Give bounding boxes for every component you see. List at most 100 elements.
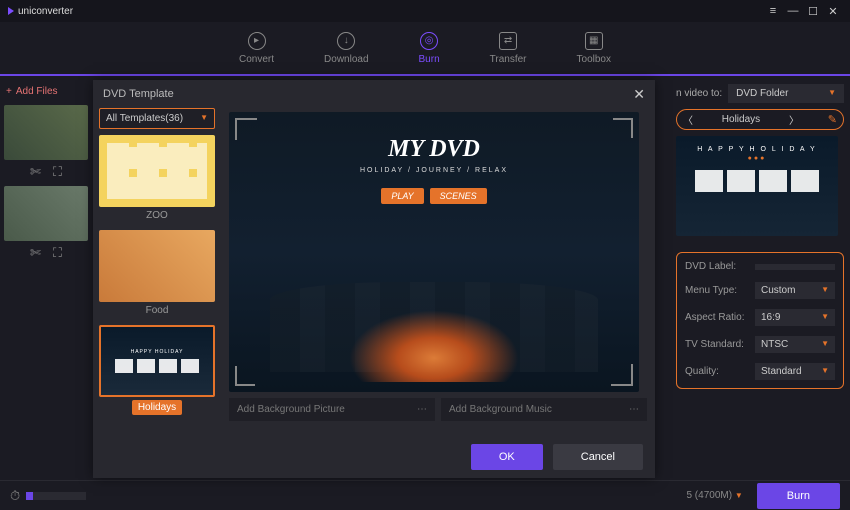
chevron-down-icon: ▼	[821, 312, 829, 323]
preview-subtitle: HOLIDAY / JOURNEY / RELAX	[360, 167, 508, 174]
nav-download[interactable]: ↓ Download	[324, 32, 368, 65]
preview-scenes-button[interactable]: SCENES	[430, 188, 487, 204]
chevron-down-icon: ▼	[200, 113, 208, 124]
frame	[759, 170, 787, 192]
template-preview: H A P P Y H O L I D A Y ●●●	[676, 136, 838, 236]
dvd-label-input[interactable]	[755, 264, 835, 270]
setting-row: Quality: Standard▼	[685, 363, 835, 380]
toolbox-icon: ▦	[585, 32, 603, 50]
progress-bar	[26, 492, 86, 500]
tv-standard-select[interactable]: NTSC▼	[755, 336, 835, 353]
nav-label: Transfer	[490, 54, 527, 65]
more-icon: ⋯	[417, 404, 427, 415]
cut-icon[interactable]: ✄	[30, 164, 41, 180]
frame	[727, 170, 755, 192]
chevron-down-icon: ▼	[828, 88, 836, 99]
template-item[interactable]: Food	[99, 230, 215, 319]
template-name: Holidays	[132, 400, 182, 415]
preview-pane: MY DVD HOLIDAY / JOURNEY / RELAX PLAY SC…	[221, 108, 655, 438]
corner-marker	[613, 118, 633, 138]
bottom-right: 5 (4700M) ▼ Burn	[686, 483, 840, 509]
nav-label: Convert	[239, 54, 274, 65]
minimize-button[interactable]: —	[784, 4, 802, 18]
crop-icon[interactable]: ⛶	[53, 245, 62, 261]
template-name: Food	[99, 302, 215, 319]
frame	[695, 170, 723, 192]
burn-to-select[interactable]: DVD Folder ▼	[728, 84, 844, 103]
add-files-button[interactable]: + Add Files	[4, 82, 88, 101]
preview-play-button[interactable]: PLAY	[381, 188, 423, 204]
crop-icon[interactable]: ⛶	[53, 164, 62, 180]
maximize-button[interactable]: ☐	[804, 4, 822, 18]
close-icon[interactable]: ✕	[633, 86, 645, 103]
convert-icon: ▸	[248, 32, 266, 50]
titlebar: uniconverter ≡ — ☐ ✕	[0, 0, 850, 22]
template-item[interactable]: ZOO	[99, 135, 215, 224]
burn-to-row: n video to: DVD Folder ▼	[676, 84, 844, 103]
setting-row: DVD Label:	[685, 261, 835, 272]
app-name: uniconverter	[18, 6, 73, 17]
window-controls: ≡ — ☐ ✕	[764, 4, 842, 18]
template-thumb-zoo	[99, 135, 215, 207]
clip-thumbnail[interactable]	[4, 186, 88, 241]
dvd-label-label: DVD Label:	[685, 261, 755, 272]
chevron-down-icon: ▼	[821, 285, 829, 296]
clip-controls: ✄ ⛶	[4, 243, 88, 267]
bg-music-placeholder: Add Background Music	[449, 404, 552, 415]
template-name: ZOO	[99, 207, 215, 224]
bg-picture-placeholder: Add Background Picture	[237, 404, 345, 415]
aspect-ratio-label: Aspect Ratio:	[685, 312, 755, 323]
nav-convert[interactable]: ▸ Convert	[239, 32, 274, 65]
nav-transfer[interactable]: ⇄ Transfer	[490, 32, 527, 65]
dvd-settings: DVD Label: Menu Type: Custom▼ Aspect Rat…	[676, 252, 844, 389]
nav-toolbox[interactable]: ▦ Toolbox	[577, 32, 611, 65]
template-filter-select[interactable]: All Templates(36) ▼	[99, 108, 215, 129]
clip-thumbnail[interactable]	[4, 105, 88, 160]
background-inputs: Add Background Picture ⋯ Add Background …	[229, 398, 647, 421]
download-icon: ↓	[337, 32, 355, 50]
app-brand: uniconverter	[8, 6, 73, 17]
setting-row: Menu Type: Custom▼	[685, 282, 835, 299]
bg-music-input[interactable]: Add Background Music ⋯	[441, 398, 647, 421]
left-column: + Add Files ✄ ⛶ ✄ ⛶	[0, 76, 92, 480]
next-template-icon[interactable]: 〉	[789, 112, 799, 127]
modal-header: DVD Template ✕	[93, 80, 655, 108]
prev-template-icon[interactable]: 〈	[683, 112, 693, 127]
modal-title: DVD Template	[103, 88, 174, 100]
nav-label: Download	[324, 54, 368, 65]
clock-icon[interactable]: ⏱	[10, 488, 20, 504]
quality-label: Quality:	[685, 366, 755, 377]
corner-marker	[235, 366, 255, 386]
template-item[interactable]: HAPPY HOLIDAY Holidays	[99, 325, 215, 418]
nav-burn[interactable]: ◎ Burn	[419, 32, 440, 65]
top-nav: ▸ Convert ↓ Download ◎ Burn ⇄ Transfer ▦…	[0, 22, 850, 76]
brand-icon	[8, 7, 14, 15]
capacity-label: 5 (4700M) ▼	[686, 490, 742, 501]
cancel-button[interactable]: Cancel	[553, 444, 643, 470]
menu-type-select[interactable]: Custom▼	[755, 282, 835, 299]
modal-body: All Templates(36) ▼ ZOO Food HAPPY HOLID…	[93, 108, 655, 438]
template-column: All Templates(36) ▼ ZOO Food HAPPY HOLID…	[93, 108, 221, 438]
filter-label: All Templates(36)	[106, 113, 183, 124]
right-pane: n video to: DVD Folder ▼ 〈 Holidays 〉 ✎ …	[676, 84, 844, 389]
dvd-preview: MY DVD HOLIDAY / JOURNEY / RELAX PLAY SC…	[229, 112, 639, 392]
bg-picture-input[interactable]: Add Background Picture ⋯	[229, 398, 435, 421]
dots-icon: ●●●	[748, 155, 767, 162]
add-files-label: Add Files	[16, 86, 58, 97]
template-thumb-food	[99, 230, 215, 302]
cut-icon[interactable]: ✄	[30, 245, 41, 261]
nav-label: Burn	[419, 54, 440, 65]
close-button[interactable]: ✕	[824, 4, 842, 18]
preview-title: MY DVD	[388, 136, 480, 163]
edit-icon[interactable]: ✎	[828, 113, 837, 126]
ok-button[interactable]: OK	[471, 444, 543, 470]
template-thumb-holidays: HAPPY HOLIDAY	[99, 325, 215, 397]
menu-button[interactable]: ≡	[764, 4, 782, 18]
burn-button[interactable]: Burn	[757, 483, 840, 509]
holiday-title: H A P P Y H O L I D A Y	[697, 146, 816, 153]
aspect-ratio-select[interactable]: 16:9▼	[755, 309, 835, 326]
chevron-down-icon: ▼	[735, 491, 743, 500]
setting-row: Aspect Ratio: 16:9▼	[685, 309, 835, 326]
quality-select[interactable]: Standard▼	[755, 363, 835, 380]
chevron-down-icon: ▼	[821, 366, 829, 377]
